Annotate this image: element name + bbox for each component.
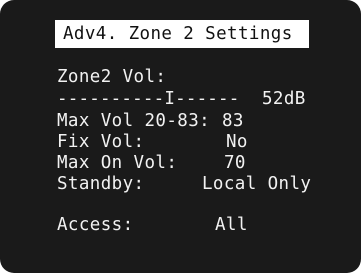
fix-vol-value[interactable]: No — [226, 133, 248, 152]
max-on-vol-label: Max On Vol: — [57, 153, 178, 173]
volume-bar[interactable]: ----------I------ — [57, 90, 240, 109]
standby-label: Standby: — [57, 174, 145, 194]
max-vol-label: Max Vol 20-83: — [57, 111, 211, 131]
osd-screen: Adv4. Zone 2 Settings Zone2 Vol: -------… — [0, 0, 361, 273]
max-vol-value[interactable]: 83 — [222, 112, 244, 131]
standby-value[interactable]: Local Only — [202, 175, 311, 194]
access-value[interactable]: All — [215, 216, 248, 235]
access-label: Access: — [57, 215, 134, 235]
max-on-vol-value[interactable]: 70 — [224, 154, 246, 173]
fix-vol-label: Fix Vol: — [57, 132, 145, 152]
menu-title: Adv4. Zone 2 Settings — [55, 20, 309, 48]
volume-value: 52dB — [262, 89, 306, 109]
zone2-vol-label: Zone2 Vol: — [57, 67, 167, 87]
